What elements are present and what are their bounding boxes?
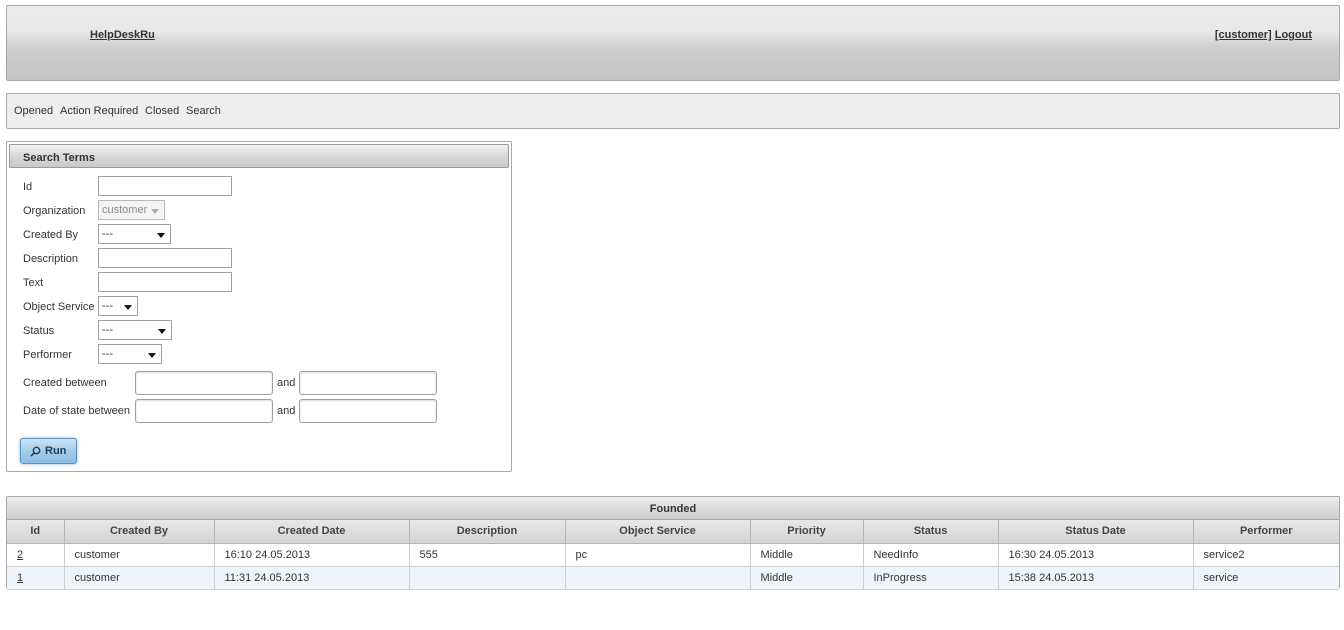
- created-by-select[interactable]: ---: [98, 224, 171, 244]
- id-input[interactable]: [98, 176, 232, 196]
- table-cell: [565, 566, 751, 590]
- chevron-down-icon: [157, 233, 165, 238]
- brand-link[interactable]: HelpDeskRu: [90, 29, 155, 41]
- nav-action-required[interactable]: Action Required: [60, 105, 138, 117]
- status-select[interactable]: ---: [98, 320, 172, 340]
- table-cell: 555: [409, 543, 566, 567]
- run-button[interactable]: Run: [20, 438, 77, 464]
- performer-value: ---: [102, 348, 113, 360]
- chevron-down-icon: [148, 353, 156, 358]
- run-label: Run: [45, 445, 67, 457]
- table-cell: pc: [565, 543, 751, 567]
- status-label: Status: [23, 325, 55, 337]
- id-label: Id: [23, 181, 33, 193]
- created-by-label: Created By: [23, 229, 79, 241]
- created-between-label: Created between: [23, 377, 107, 389]
- table-row[interactable]: 1 customer 11:31 24.05.2013 Middle InPro…: [7, 566, 1339, 590]
- text-label: Text: [23, 277, 44, 289]
- table-cell: service: [1193, 566, 1339, 590]
- table-cell: customer: [64, 543, 215, 567]
- table-cell: 1: [7, 566, 65, 590]
- table-cell: service2: [1193, 543, 1339, 567]
- column-header[interactable]: Performer: [1193, 520, 1339, 544]
- organization-value: customer: [102, 204, 148, 216]
- column-header[interactable]: Id: [7, 520, 65, 544]
- chevron-down-icon: [124, 305, 132, 310]
- state-date-from-input[interactable]: [135, 399, 273, 423]
- object-service-label: Object Service: [23, 301, 95, 313]
- current-user-link[interactable]: [customer]: [1215, 29, 1272, 41]
- ticket-id-link[interactable]: 2: [17, 549, 23, 561]
- table-cell: customer: [64, 566, 215, 590]
- object-service-select[interactable]: ---: [98, 296, 138, 316]
- created-to-input[interactable]: [299, 371, 437, 395]
- ticket-id-link[interactable]: 1: [17, 572, 23, 584]
- table-row[interactable]: 2 customer 16:10 24.05.2013 555 pc Middl…: [7, 543, 1339, 567]
- organization-select[interactable]: customer: [98, 200, 165, 220]
- user-box: [customer] Logout: [1215, 29, 1312, 41]
- table-cell: 11:31 24.05.2013: [214, 566, 410, 590]
- column-header[interactable]: Created By: [64, 520, 215, 544]
- table-cell: NeedInfo: [863, 543, 999, 567]
- performer-label: Performer: [23, 349, 72, 361]
- object-service-value: ---: [102, 300, 113, 312]
- organization-label: Organization: [23, 205, 86, 217]
- column-header[interactable]: Description: [409, 520, 566, 544]
- table-cell: 16:10 24.05.2013: [214, 543, 410, 567]
- column-header[interactable]: Priority: [750, 520, 864, 544]
- state-date-and-label: and: [277, 405, 296, 417]
- search-icon: [30, 446, 41, 457]
- search-terms-panel: Search Terms Id Organization customer Cr…: [6, 141, 512, 472]
- created-by-value: ---: [102, 228, 113, 240]
- results-title: Founded: [7, 497, 1339, 520]
- nav-search[interactable]: Search: [186, 105, 221, 117]
- date-of-state-between-label: Date of state between: [23, 405, 131, 417]
- created-from-input[interactable]: [135, 371, 273, 395]
- state-date-to-input[interactable]: [299, 399, 437, 423]
- results-table: Id Created By Created Date Description O…: [7, 520, 1339, 590]
- column-header[interactable]: Status: [863, 520, 999, 544]
- performer-select[interactable]: ---: [98, 344, 162, 364]
- table-header-row: Id Created By Created Date Description O…: [7, 520, 1339, 544]
- table-cell: 15:38 24.05.2013: [998, 566, 1194, 590]
- logout-link[interactable]: Logout: [1275, 29, 1312, 41]
- description-input[interactable]: [98, 248, 232, 268]
- table-cell: 16:30 24.05.2013: [998, 543, 1194, 567]
- nav-opened[interactable]: Opened: [14, 105, 53, 117]
- text-input[interactable]: [98, 272, 232, 292]
- table-cell: InProgress: [863, 566, 999, 590]
- search-terms-title: Search Terms: [9, 144, 509, 168]
- table-cell: 2: [7, 543, 65, 567]
- column-header[interactable]: Created Date: [214, 520, 410, 544]
- created-and-label: and: [277, 377, 296, 389]
- column-header[interactable]: Object Service: [565, 520, 751, 544]
- results-panel: Founded Id Created By Created Date Descr…: [6, 496, 1340, 590]
- table-cell: [409, 566, 566, 590]
- table-cell: Middle: [750, 543, 864, 567]
- status-value: ---: [102, 324, 113, 336]
- nav-bar: Opened Action Required Closed Search: [6, 93, 1340, 129]
- app-header: HelpDeskRu [customer] Logout: [6, 5, 1340, 81]
- chevron-down-icon: [158, 329, 166, 334]
- description-label: Description: [23, 253, 79, 265]
- nav-closed[interactable]: Closed: [145, 105, 179, 117]
- column-header[interactable]: Status Date: [998, 520, 1194, 544]
- chevron-down-icon: [151, 209, 159, 214]
- table-cell: Middle: [750, 566, 864, 590]
